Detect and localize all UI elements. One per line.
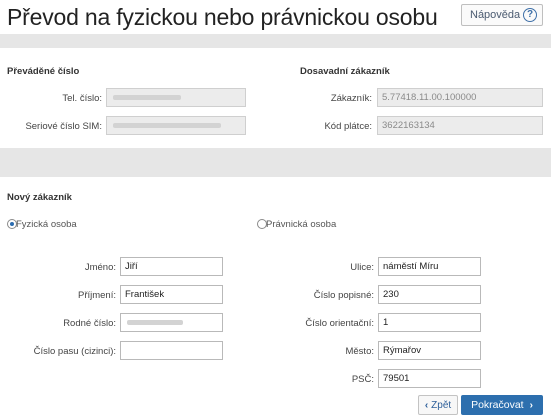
masked-value xyxy=(113,123,221,128)
back-button[interactable]: ‹ Zpět xyxy=(418,395,458,415)
sim-field xyxy=(106,116,246,135)
section-divider xyxy=(0,148,551,177)
help-button-label: Nápověda xyxy=(470,9,521,21)
sim-label: Seriové číslo SIM: xyxy=(25,121,102,132)
continue-button[interactable]: Pokračovat › xyxy=(461,395,543,415)
street-label: Ulice: xyxy=(350,262,374,273)
first-name-input[interactable]: Jiří xyxy=(120,257,223,276)
last-name-label: Příjmení: xyxy=(77,290,116,301)
passport-label: Číslo pasu (cizinci): xyxy=(33,346,116,357)
city-label: Město: xyxy=(345,346,374,357)
customer-field: 5.77418.11.00.100000 xyxy=(377,88,543,107)
customer-label: Zákazník: xyxy=(330,93,372,104)
new-customer-heading: Nový zákazník xyxy=(7,192,72,203)
chevron-right-icon: › xyxy=(529,399,533,411)
payer-label: Kód plátce: xyxy=(324,121,372,132)
masked-value xyxy=(113,95,181,100)
legal-person-label[interactable]: Právnická osoba xyxy=(266,219,336,230)
question-circle-icon: ? xyxy=(523,8,537,22)
payer-field: 3622163134 xyxy=(377,116,543,135)
house-number-input[interactable]: 230 xyxy=(378,285,481,304)
current-number-heading: Převáděné číslo xyxy=(7,66,80,77)
passport-input[interactable] xyxy=(120,341,223,360)
section-divider xyxy=(0,34,551,48)
phone-label: Tel. číslo: xyxy=(62,93,102,104)
chevron-left-icon: ‹ xyxy=(424,399,429,411)
last-name-input[interactable]: František xyxy=(120,285,223,304)
page-title: Převod na fyzickou nebo právnickou osobu xyxy=(7,4,438,30)
natural-person-label[interactable]: Fyzická osoba xyxy=(16,219,77,230)
masked-value xyxy=(127,320,183,325)
street-input[interactable]: náměstí Míru xyxy=(378,257,481,276)
continue-button-label: Pokračovat xyxy=(471,399,524,411)
zip-label: PSČ: xyxy=(351,374,374,385)
help-button[interactable]: Nápověda ? xyxy=(461,4,543,26)
birth-number-input[interactable] xyxy=(120,313,223,332)
back-button-label: Zpět xyxy=(431,399,452,411)
orientation-number-input[interactable]: 1 xyxy=(378,313,481,332)
birth-number-label: Rodné číslo: xyxy=(63,318,116,329)
phone-field xyxy=(106,88,246,107)
zip-input[interactable]: 79501 xyxy=(378,369,481,388)
house-number-label: Číslo popisné: xyxy=(313,290,374,301)
city-input[interactable]: Rýmařov xyxy=(378,341,481,360)
orientation-number-label: Číslo orientační: xyxy=(305,318,374,329)
previous-customer-heading: Dosavadní zákazník xyxy=(300,66,390,77)
first-name-label: Jméno: xyxy=(84,262,116,273)
